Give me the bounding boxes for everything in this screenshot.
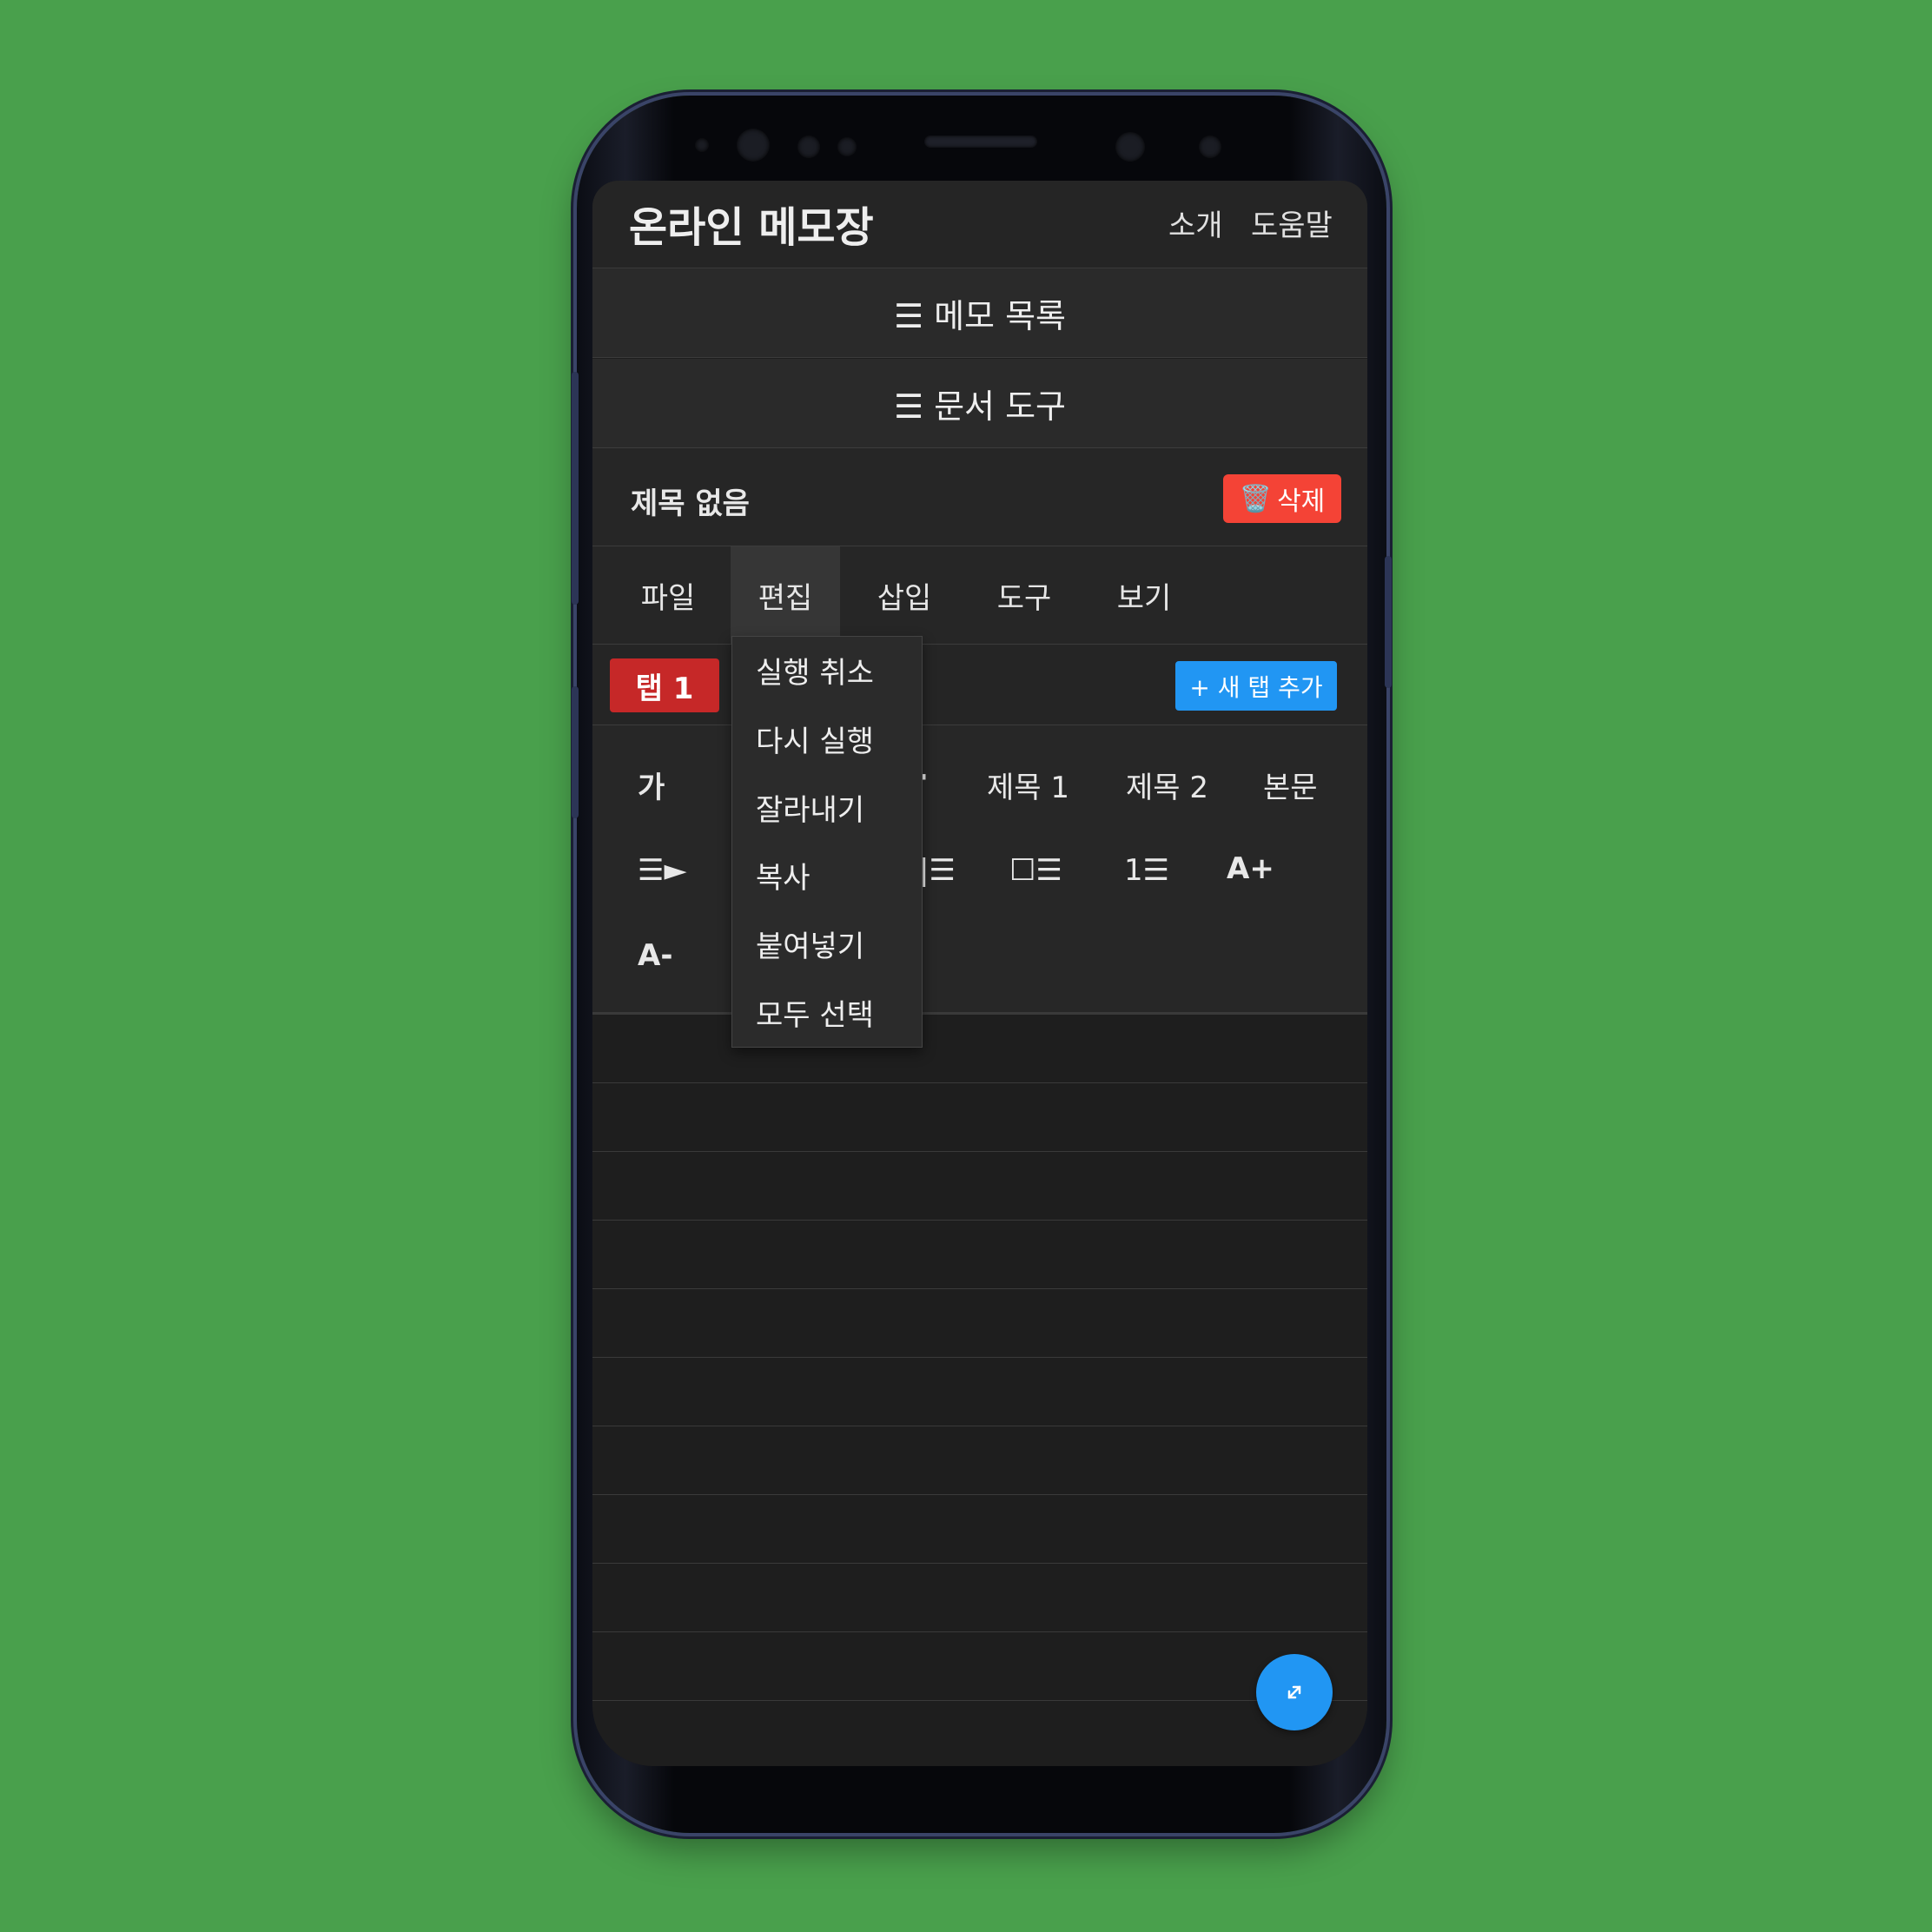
menu-undo[interactable]: 실행 취소 <box>756 649 874 691</box>
front-camera <box>737 129 770 162</box>
menu-copy[interactable]: 복사 <box>756 854 811 897</box>
sensor-dot <box>837 137 857 156</box>
fullscreen-button[interactable] <box>1256 1654 1333 1730</box>
font-increase-button[interactable]: A+ <box>1227 851 1274 886</box>
nav-help-link[interactable]: 도움말 <box>1251 202 1333 244</box>
sensor-dot <box>1199 136 1221 158</box>
menu-cut[interactable]: 잘라내기 <box>756 786 864 829</box>
menu-redo[interactable]: 다시 실행 <box>756 718 874 760</box>
document-tools-toggle[interactable]: ☰ 문서 도구 <box>592 359 1367 448</box>
menu-insert[interactable]: 삽입 <box>851 546 957 644</box>
menu-paste[interactable]: 붙여넣기 <box>756 923 864 965</box>
checklist-button[interactable]: ☐☰ <box>1009 853 1062 888</box>
memo-list-toggle[interactable]: ☰ 메모 목록 <box>592 268 1367 358</box>
format-toolbar: 가 · 제목 1 제목 2 본문 ☰► |☰ ☐☰ 1☰ A+ A- <box>592 725 1367 1015</box>
heading1-button[interactable]: 제목 1 <box>987 764 1069 806</box>
expand-icon <box>1287 1685 1301 1699</box>
bullet-list-button[interactable]: |☰ <box>919 853 956 888</box>
nav-about-link[interactable]: 소개 <box>1168 202 1223 244</box>
font-decrease-button[interactable]: A- <box>638 938 672 973</box>
body-text-button[interactable]: 본문 <box>1263 764 1318 806</box>
heading2-button[interactable]: 제목 2 <box>1126 764 1208 806</box>
menu-select-all[interactable]: 모두 선택 <box>756 991 874 1034</box>
menu-file[interactable]: 파일 <box>615 546 721 644</box>
earpiece-speaker <box>924 136 1037 148</box>
trash-icon: 🗑️ <box>1239 483 1273 514</box>
menu-tools[interactable]: 도구 <box>971 546 1077 644</box>
sensor-dot <box>695 138 709 152</box>
edit-dropdown-menu: 실행 취소 다시 실행 잘라내기 복사 붙여넣기 모두 선택 <box>731 636 923 1048</box>
bixby-button <box>1385 556 1392 688</box>
iris-camera <box>1115 132 1145 162</box>
menu-bar: 파일 편집 삽입 도구 보기 <box>592 546 1367 645</box>
delete-button-label: 삭제 <box>1277 486 1326 517</box>
volume-button <box>572 686 579 818</box>
indent-button[interactable]: ☰► <box>638 853 687 888</box>
delete-button[interactable]: 🗑️ 삭제 <box>1223 474 1341 523</box>
bold-button[interactable]: 가 <box>638 764 665 806</box>
tab-1[interactable]: 탭 1 <box>610 658 719 712</box>
memo-title[interactable]: 제목 없음 <box>631 480 750 522</box>
app-screen: 온라인 메모장 소개 도움말 ☰ 메모 목록 ☰ 문서 도구 제목 없음 🗑️ … <box>592 181 1367 1766</box>
power-button <box>572 372 579 605</box>
app-title: 온라인 메모장 <box>629 203 874 252</box>
menu-edit[interactable]: 편집 <box>731 546 840 644</box>
add-tab-button[interactable]: + 새 탭 추가 <box>1175 661 1337 711</box>
menu-view[interactable]: 보기 <box>1091 546 1197 644</box>
sensor-dot <box>797 136 820 158</box>
app-header: 온라인 메모장 소개 도움말 <box>592 181 1367 268</box>
numbered-list-button[interactable]: 1☰ <box>1124 853 1169 888</box>
editor-textarea[interactable] <box>592 1015 1367 1766</box>
